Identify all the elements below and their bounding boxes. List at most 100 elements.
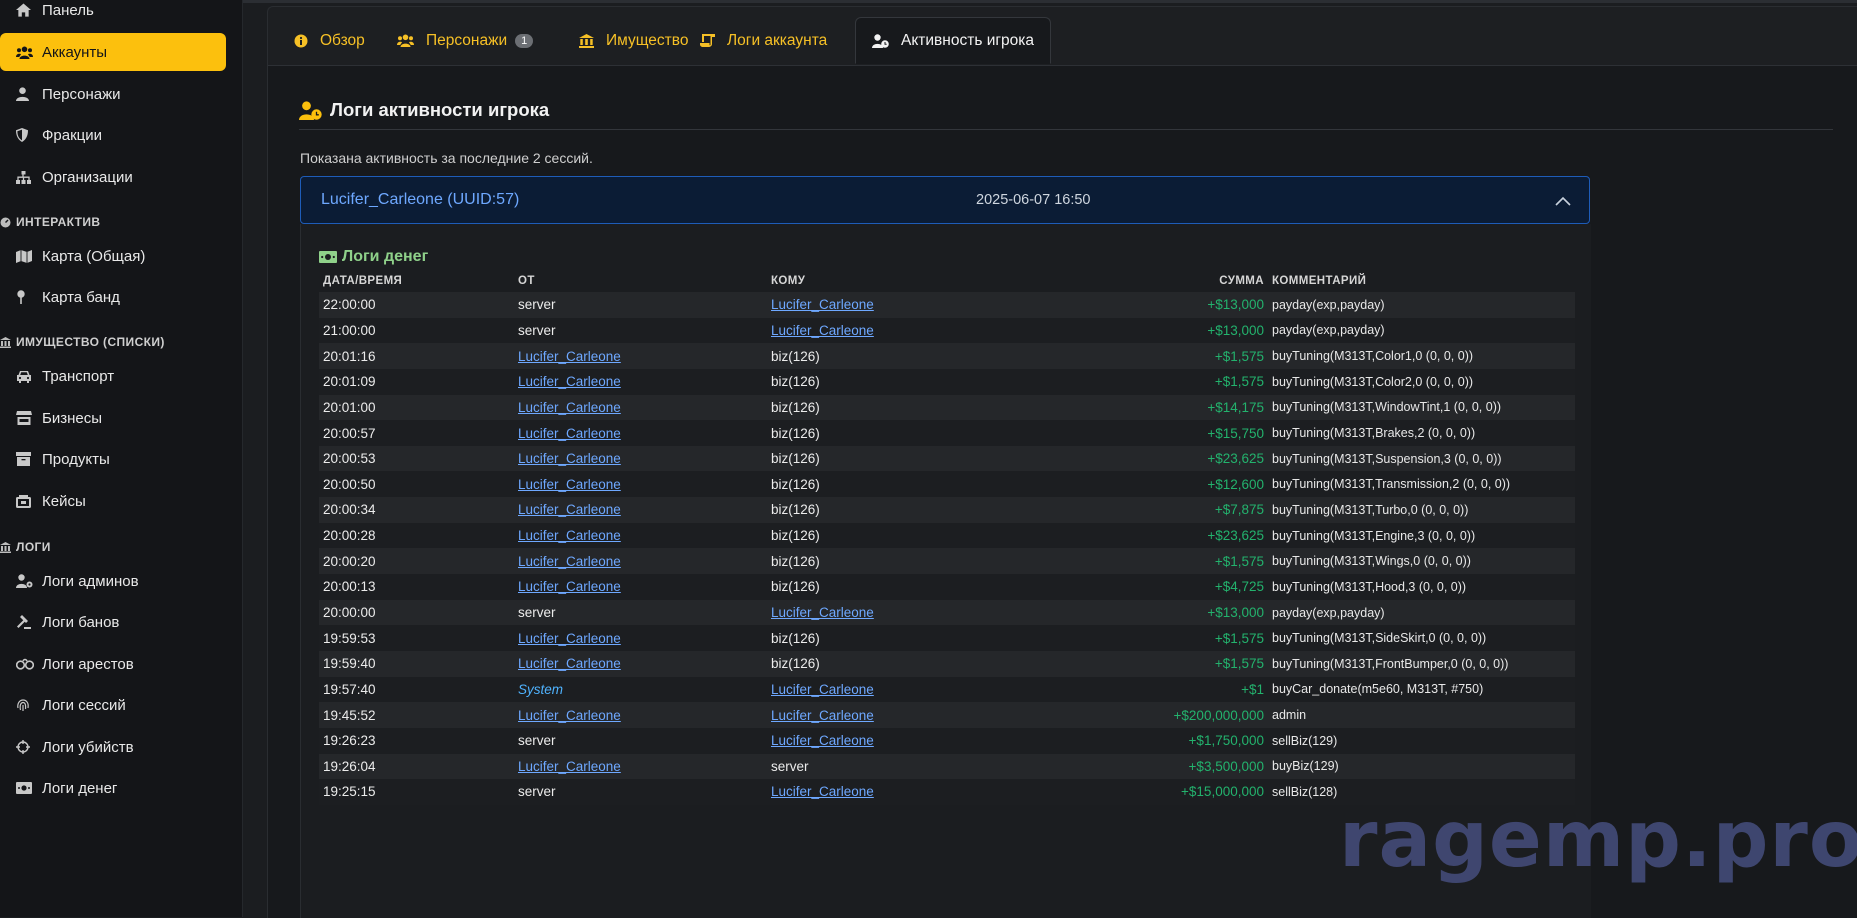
table-row: 20:00:13 Lucifer_Carleone biz(126) +$4,725 b… [319, 574, 1575, 600]
cell-to: biz(126) [767, 445, 967, 472]
player-link[interactable]: Lucifer_Carleone [518, 708, 621, 723]
cell-datetime: 19:26:04 [319, 753, 514, 780]
session-date: 2025-06-07 16:50 [976, 192, 1091, 208]
money-logs-body: 22:00:00 server Lucifer_Carleone +$13,000 pa… [319, 292, 1575, 805]
player-link[interactable]: Lucifer_Carleone [771, 682, 874, 697]
cell-datetime: 20:00:00 [319, 599, 514, 626]
system-sender: System [518, 681, 564, 697]
sidebar-item-businesses[interactable]: Бизнесы [0, 399, 226, 437]
table-row: 20:00:00 server Lucifer_Carleone +$13,000 pa… [319, 599, 1575, 626]
cell-to: biz(126) [767, 471, 967, 498]
money-icon [319, 251, 337, 263]
sidebar-item-label: Логи убийств [42, 738, 134, 756]
cell-from: server [514, 779, 767, 805]
tab-player-activity[interactable]: Активность игрока [855, 17, 1051, 64]
session-accordion-header[interactable]: Lucifer_Carleone (UUID:57) 2025-06-07 16… [300, 176, 1590, 224]
cell-datetime: 20:01:00 [319, 394, 514, 421]
sidebar-item-accounts[interactable]: Аккаунты [0, 33, 226, 71]
cell-datetime: 20:01:09 [319, 368, 514, 395]
player-link[interactable]: Lucifer_Carleone [771, 708, 874, 723]
sidebar-item-arrest-logs[interactable]: Логи арестов [0, 645, 226, 683]
cell-to: biz(126) [767, 574, 967, 600]
player-link[interactable]: Lucifer_Carleone [518, 554, 621, 569]
case-icon [16, 494, 42, 508]
cell-comment: buyTuning(M313T,Color2,0 (0, 0, 0)) [1268, 368, 1575, 395]
player-link[interactable]: Lucifer_Carleone [771, 297, 874, 312]
cell-to: Lucifer_Carleone [767, 292, 967, 318]
cell-comment: admin [1268, 702, 1575, 728]
player-link[interactable]: Lucifer_Carleone [518, 759, 621, 774]
cell-to: biz(126) [767, 343, 967, 369]
sidebar-item-organizations[interactable]: Организации [0, 158, 226, 196]
gavel-icon [16, 615, 42, 629]
cell-to: biz(126) [767, 625, 967, 651]
cell-comment: buyTuning(M313T,Brakes,2 (0, 0, 0)) [1268, 420, 1575, 446]
player-link[interactable]: Lucifer_Carleone [518, 656, 621, 671]
player-link[interactable]: Lucifer_Carleone [518, 502, 621, 517]
sidebar-item-label: Логи арестов [42, 655, 134, 673]
sidebar-item-label: Карта банд [42, 288, 120, 306]
sidebar-item-label: Логи админов [42, 572, 139, 590]
sidebar-item-cases[interactable]: Кейсы [0, 482, 226, 520]
table-row: 19:26:04 Lucifer_Carleone server +$3,500,00… [319, 753, 1575, 780]
cell-from: Lucifer_Carleone [514, 625, 767, 651]
sidebar-item-characters[interactable]: Персонажи [0, 75, 226, 113]
box-icon [16, 452, 42, 466]
sidebar-item-session-logs[interactable]: Логи сессий [0, 686, 226, 724]
player-link[interactable]: Lucifer_Carleone [518, 579, 621, 594]
chevron-up-icon[interactable] [1555, 193, 1571, 211]
sidebar-item-map-general[interactable]: Карта (Общая) [0, 237, 226, 275]
cell-comment: buyBiz(129) [1268, 753, 1575, 780]
sidebar-item-kill-logs[interactable]: Логи убийств [0, 728, 226, 766]
player-link[interactable]: Lucifer_Carleone [518, 528, 621, 543]
cell-comment: payday(exp,payday) [1268, 292, 1575, 318]
sidebar-item-factions[interactable]: Фракции [0, 116, 226, 154]
player-link[interactable]: Lucifer_Carleone [518, 451, 621, 466]
cell-comment: buyTuning(M313T,FrontBumper,0 (0, 0, 0)) [1268, 650, 1575, 677]
player-link[interactable]: Lucifer_Carleone [771, 605, 874, 620]
cell-amount: +$7,875 [967, 497, 1268, 523]
player-link[interactable]: Lucifer_Carleone [518, 400, 621, 415]
cell-to: biz(126) [767, 522, 967, 549]
cell-from: server [514, 599, 767, 626]
cell-amount: +$3,500,000 [967, 753, 1268, 780]
cell-to: biz(126) [767, 650, 967, 677]
tab-characters[interactable]: Персонажи 1 [381, 17, 549, 64]
sidebar-item-ban-logs[interactable]: Логи банов [0, 603, 226, 641]
player-link[interactable]: Lucifer_Carleone [771, 733, 874, 748]
player-link[interactable]: Lucifer_Carleone [518, 477, 621, 492]
player-link[interactable]: Lucifer_Carleone [518, 374, 621, 389]
player-link[interactable]: Lucifer_Carleone [518, 349, 621, 364]
cell-to: biz(126) [767, 497, 967, 523]
cell-from: server [514, 317, 767, 344]
user-clock-icon [299, 100, 322, 120]
cell-datetime: 19:59:40 [319, 650, 514, 677]
sidebar-item-admin-logs[interactable]: Логи админов [0, 562, 226, 600]
cell-amount: +$4,725 [967, 574, 1268, 600]
sidebar-item-label: Панель [42, 1, 94, 19]
cell-from: server [514, 727, 767, 754]
player-link[interactable]: Lucifer_Carleone [518, 631, 621, 646]
sidebar-item-gang-map[interactable]: Карта банд [0, 278, 226, 316]
section-property: ИМУЩЕСТВО (СПИСКИ) [0, 335, 165, 349]
map-pin-icon [16, 290, 42, 304]
cell-from: Lucifer_Carleone [514, 497, 767, 523]
player-link[interactable]: Lucifer_Carleone [771, 784, 874, 799]
sidebar-item-money-logs[interactable]: Логи денег [0, 769, 226, 807]
sidebar-item-transport[interactable]: Транспорт [0, 357, 226, 395]
player-link[interactable]: Lucifer_Carleone [771, 323, 874, 338]
tab-overview[interactable]: Обзор [278, 17, 381, 64]
cell-datetime: 20:00:13 [319, 574, 514, 600]
cell-comment: buyCar_donate(m5e60, M313T, #750) [1268, 676, 1575, 703]
cell-to: Lucifer_Carleone [767, 317, 967, 344]
cell-comment: buyTuning(M313T,Engine,3 (0, 0, 0)) [1268, 522, 1575, 549]
money-icon [16, 782, 42, 794]
sidebar-item-panel[interactable]: Панель [0, 0, 226, 29]
cell-from: Lucifer_Carleone [514, 343, 767, 369]
player-link[interactable]: Lucifer_Carleone [518, 426, 621, 441]
cell-datetime: 19:26:23 [319, 727, 514, 754]
tab-account-logs[interactable]: Логи аккаунта [684, 17, 843, 64]
sidebar-item-products[interactable]: Продукты [0, 440, 226, 478]
main-panel: Обзор Персонажи 1 Имущество Логи аккаунт… [267, 6, 1857, 918]
sitemap-icon [16, 170, 42, 184]
